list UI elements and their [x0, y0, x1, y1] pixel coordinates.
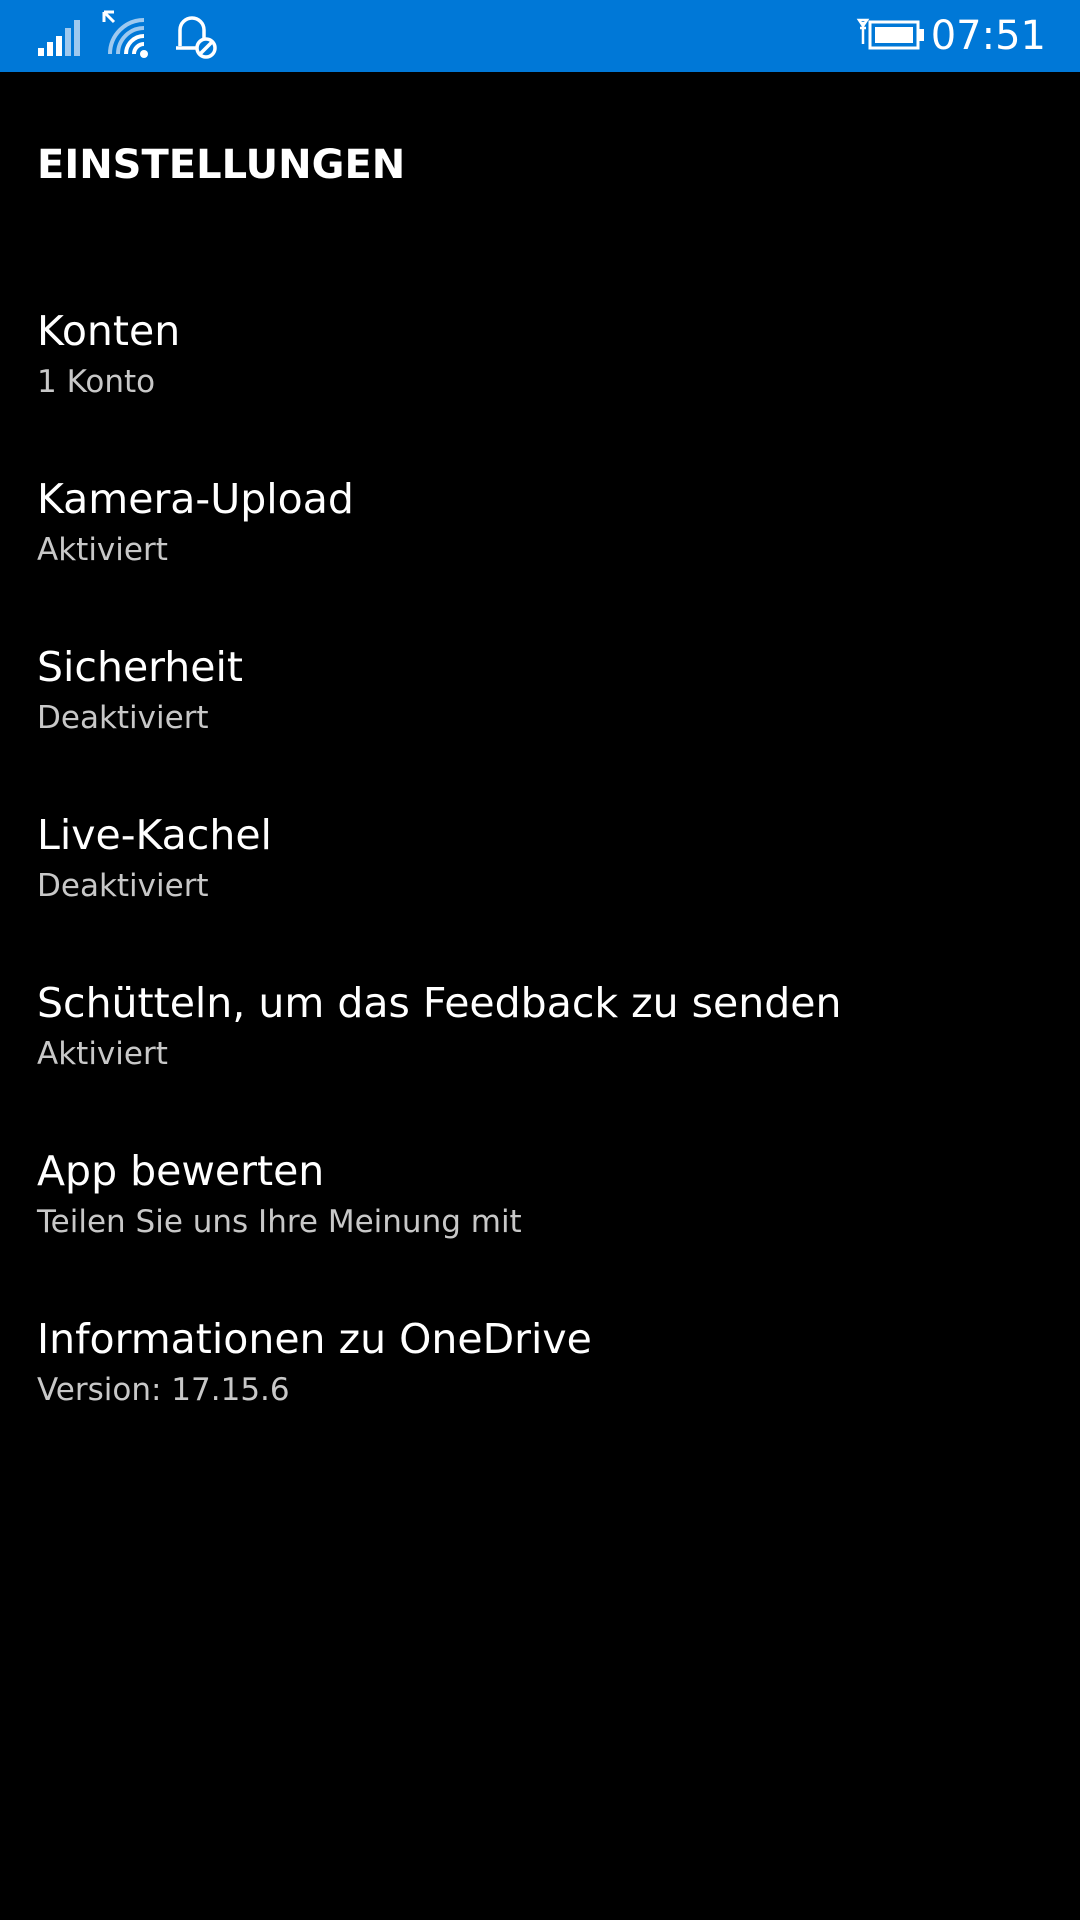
settings-item-title: App bewerten: [37, 1147, 325, 1195]
alarm-off-icon: [170, 10, 222, 60]
page-title: EINSTELLUNGEN: [37, 142, 406, 188]
settings-item-konten[interactable]: Konten 1 Konto: [0, 305, 1080, 473]
settings-list: Konten 1 Konto Kamera-Upload Aktiviert S…: [0, 305, 1080, 1481]
battery-charging-icon: [856, 10, 928, 60]
settings-item-title: Kamera-Upload: [37, 475, 354, 523]
status-bar: 07:51: [0, 0, 1080, 72]
settings-item-subtitle: Deaktiviert: [37, 700, 209, 736]
settings-item-title: Sicherheit: [37, 643, 243, 691]
settings-item-about-onedrive[interactable]: Informationen zu OneDrive Version: 17.15…: [0, 1313, 1080, 1481]
settings-item-kamera-upload[interactable]: Kamera-Upload Aktiviert: [0, 473, 1080, 641]
settings-item-subtitle: Version: 17.15.6: [37, 1372, 290, 1408]
settings-item-live-kachel[interactable]: Live-Kachel Deaktiviert: [0, 809, 1080, 977]
settings-item-subtitle: Aktiviert: [37, 532, 168, 568]
signal-icon: [36, 10, 86, 60]
settings-item-subtitle: Aktiviert: [37, 1036, 168, 1072]
settings-item-title: Schütteln, um das Feedback zu senden: [37, 979, 842, 1027]
settings-item-title: Informationen zu OneDrive: [37, 1315, 592, 1363]
settings-item-subtitle: 1 Konto: [37, 364, 156, 400]
settings-item-title: Konten: [37, 307, 181, 355]
settings-item-shake-feedback[interactable]: Schütteln, um das Feedback zu senden Akt…: [0, 977, 1080, 1145]
settings-item-subtitle: Deaktiviert: [37, 868, 209, 904]
wifi-icon: [100, 10, 154, 60]
settings-item-title: Live-Kachel: [37, 811, 272, 859]
clock: 07:51: [930, 13, 1046, 59]
settings-item-subtitle: Teilen Sie uns Ihre Meinung mit: [37, 1204, 522, 1240]
settings-item-sicherheit[interactable]: Sicherheit Deaktiviert: [0, 641, 1080, 809]
settings-item-app-bewerten[interactable]: App bewerten Teilen Sie uns Ihre Meinung…: [0, 1145, 1080, 1313]
